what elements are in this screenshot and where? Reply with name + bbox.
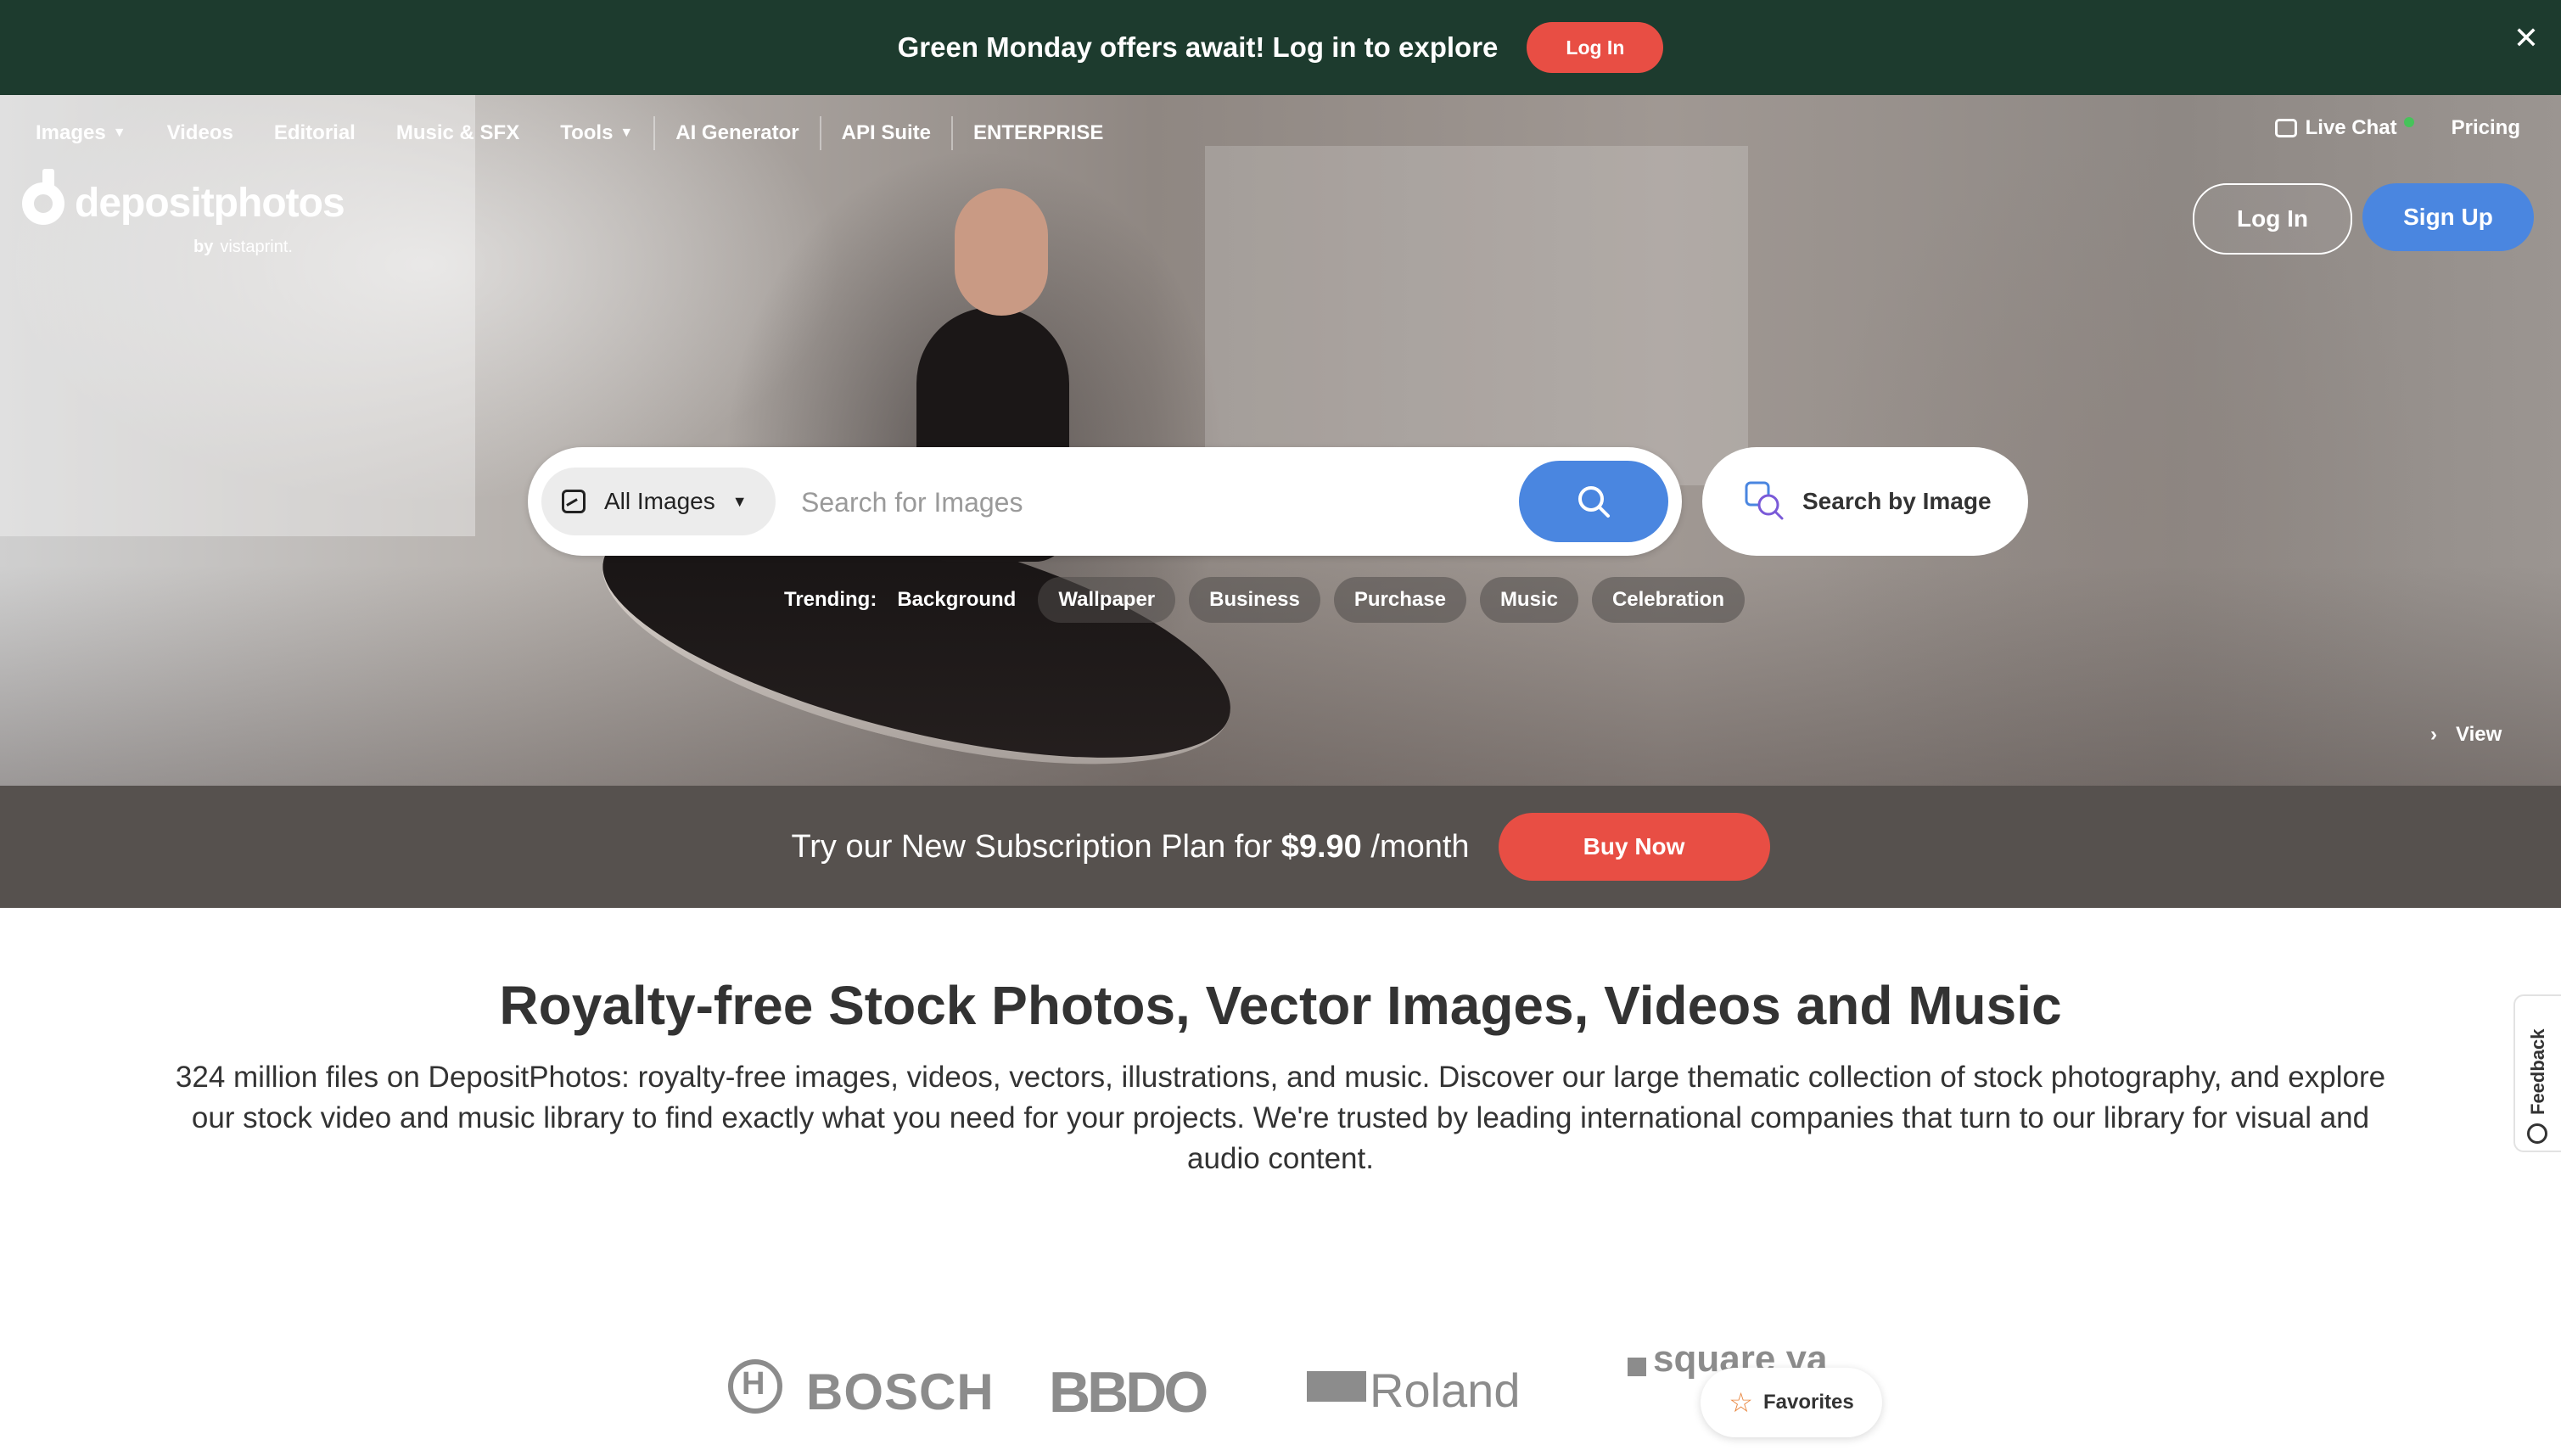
search-button[interactable] (1519, 461, 1668, 542)
login-button[interactable]: Log In (2193, 183, 2352, 255)
bosch-logo: BOSCH (806, 1364, 995, 1420)
logo-text: depositphotos (75, 181, 345, 226)
roland-logo: Roland (1370, 1364, 1521, 1417)
subscription-prefix: Try our New Subscription Plan for (791, 828, 1273, 865)
promo-login-button[interactable]: Log In (1527, 22, 1664, 73)
nav-divider (819, 116, 821, 150)
depositphotos-logo-icon (22, 168, 64, 225)
subscription-text: Try our New Subscription Plan for $9.90 … (791, 829, 1469, 865)
search-input[interactable] (799, 476, 1516, 529)
trending-tag[interactable]: Celebration (1591, 577, 1745, 623)
nav-item-videos[interactable]: Videos (167, 121, 233, 145)
caret-down-icon: ▼ (731, 492, 748, 510)
nav-item-label: Tools (560, 121, 614, 144)
feedback-tab[interactable]: Feedback (2513, 994, 2561, 1152)
trending-tag[interactable]: Wallpaper (1038, 577, 1176, 623)
nav-item-tools[interactable]: Tools ▼ (560, 121, 633, 145)
image-search-icon (1745, 481, 1784, 520)
subscription-banner: Try our New Subscription Plan for $9.90 … (0, 786, 2561, 908)
image-icon (562, 490, 586, 513)
feedback-icon (2527, 1123, 2547, 1144)
favorites-label: Favorites (1762, 1391, 1854, 1414)
hero-image (0, 95, 2561, 786)
nav-menu: Images ▼ Videos Editorial Music & SFX To… (36, 116, 1144, 150)
search-by-image-label: Search by Image (1802, 488, 1992, 514)
signup-button[interactable]: Sign Up (2362, 183, 2534, 251)
search-icon (1578, 486, 1610, 518)
nav-item-editorial[interactable]: Editorial (274, 121, 356, 145)
media-type-select[interactable]: All Images ▼ (541, 468, 776, 535)
page-title: Royalty-free Stock Photos, Vector Images… (499, 975, 2062, 1036)
favorites-button[interactable]: ☆ Favorites (1701, 1368, 1882, 1437)
trending-tag[interactable]: Purchase (1333, 577, 1466, 623)
nav-utilities: Live Chat Pricing (2274, 116, 2520, 140)
nav-divider (653, 116, 656, 150)
online-status-dot (2403, 117, 2414, 127)
media-type-label: All Images (604, 488, 715, 514)
subscription-price: $9.90 (1280, 828, 1362, 865)
trending-tag[interactable]: Business (1189, 577, 1320, 623)
search-bar: All Images ▼ (528, 447, 1682, 556)
live-chat-label: Live Chat (2305, 116, 2397, 139)
nav-divider (951, 116, 953, 150)
buy-now-button[interactable]: Buy Now (1498, 813, 1770, 881)
search-by-image-button[interactable]: Search by Image (1702, 447, 2028, 556)
caret-down-icon: ▼ (112, 126, 126, 140)
page-description: 324 million files on DepositPhotos: roya… (175, 1061, 2386, 1175)
subscription-period: /month (1370, 828, 1470, 865)
view-image-link[interactable]: › View (2430, 723, 2502, 747)
nav-item-ai-generator[interactable]: AI Generator (675, 121, 799, 145)
bosch-logo-icon (728, 1359, 782, 1414)
roland-logo-icon (1307, 1371, 1366, 1402)
vistaprint-logo: vistaprint. (220, 238, 293, 256)
top-nav: Images ▼ Videos Editorial Music & SFX To… (0, 95, 2561, 163)
nav-item-api-suite[interactable]: API Suite (842, 121, 931, 145)
chat-icon (2274, 119, 2297, 137)
nav-item-images[interactable]: Images ▼ (36, 121, 126, 145)
close-icon[interactable]: ✕ (2513, 20, 2539, 56)
nav-item-music[interactable]: Music & SFX (396, 121, 519, 145)
logo[interactable]: depositphotos (22, 168, 345, 227)
feedback-label: Feedback (2527, 1028, 2548, 1116)
bbdo-logo: BBDO (1049, 1360, 1208, 1425)
star-icon: ☆ (1729, 1387, 1753, 1418)
trending-label: Trending: (784, 588, 877, 611)
live-chat-link[interactable]: Live Chat (2274, 116, 2414, 140)
promo-banner: Green Monday offers await! Log in to exp… (0, 0, 2561, 95)
promo-text: Green Monday offers await! Log in to exp… (897, 31, 1499, 63)
pricing-link[interactable]: Pricing (2452, 116, 2520, 140)
nav-item-enterprise[interactable]: ENTERPRISE (973, 121, 1103, 145)
window-decor (1205, 146, 1748, 485)
nav-item-label: Images (36, 121, 106, 144)
byline-by: by (193, 238, 214, 256)
chevron-right-icon: › (2430, 723, 2437, 746)
dancer-head (955, 188, 1048, 316)
view-label: View (2456, 723, 2502, 746)
caret-down-icon: ▼ (619, 126, 634, 140)
trending-tag[interactable]: Music (1479, 577, 1578, 623)
trending-tags: Trending: Background Wallpaper Business … (784, 577, 1758, 623)
square-yards-logo-icon (1628, 1358, 1646, 1376)
logo-byline: by vistaprint. (193, 238, 293, 257)
client-logos: BOSCH BBDO Roland square ya (0, 1341, 2561, 1439)
trending-tag[interactable]: Background (897, 577, 1024, 623)
